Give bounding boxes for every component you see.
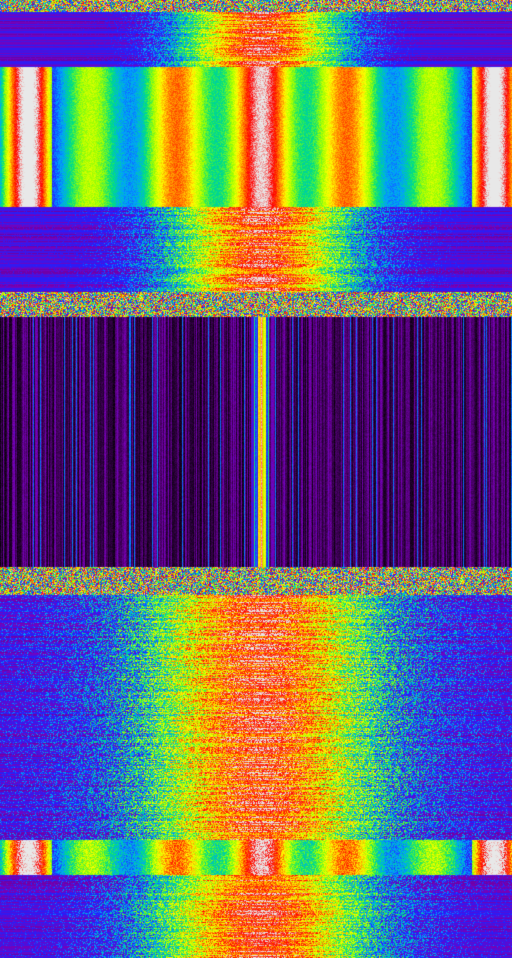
- spectrogram-canvas: [0, 0, 512, 958]
- spectrogram-waterfall: [0, 0, 512, 958]
